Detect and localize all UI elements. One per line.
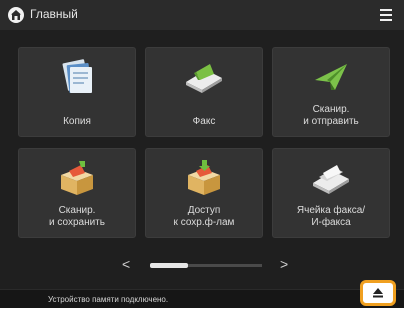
- bottom-margin: [0, 308, 404, 314]
- page-indicator-thumb: [150, 263, 188, 268]
- eject-button[interactable]: [360, 280, 396, 306]
- copy-label: Копия: [63, 116, 91, 127]
- fax-inbox-tile[interactable]: Ячейка факса/ И-факса: [272, 148, 390, 238]
- stored-files-label: Доступ к сохр.ф-лам: [173, 205, 235, 228]
- scan-send-tile[interactable]: Сканир. и отправить: [272, 47, 390, 137]
- fax-icon: [186, 64, 222, 93]
- status-message: Устройство памяти подключено.: [48, 295, 169, 304]
- status-bar: Устройство памяти подключено.: [0, 289, 404, 309]
- stored-files-icon: [188, 160, 220, 195]
- stored-files-tile[interactable]: Доступ к сохр.ф-лам: [145, 148, 263, 238]
- scan-save-icon: [61, 161, 93, 195]
- header-bar: Главный: [0, 0, 404, 30]
- eject-icon: [373, 288, 383, 298]
- chevron-right-icon[interactable]: >: [280, 257, 288, 271]
- menu-icon-line: [380, 14, 392, 16]
- scan-save-label: Сканир. и сохранить: [49, 205, 105, 228]
- chevron-left-icon[interactable]: <: [122, 257, 130, 271]
- fax-tile[interactable]: Факс: [145, 47, 263, 137]
- copy-icon: [62, 59, 92, 93]
- page-title: Главный: [30, 7, 78, 21]
- home-screen: Главный Копия Факс Сканир. и отправить С…: [0, 0, 404, 314]
- home-button[interactable]: [8, 7, 24, 23]
- menu-button[interactable]: [374, 4, 398, 26]
- copy-tile[interactable]: Копия: [18, 47, 136, 137]
- menu-icon-line: [380, 9, 392, 11]
- scan-send-icon: [315, 64, 347, 90]
- fax-inbox-label: Ячейка факса/ И-факса: [296, 205, 366, 228]
- menu-icon-line: [380, 19, 392, 21]
- scan-save-tile[interactable]: Сканир. и сохранить: [18, 148, 136, 238]
- fax-label: Факс: [192, 116, 216, 127]
- scan-send-label: Сканир. и отправить: [303, 104, 359, 127]
- fax-inbox-icon: [313, 165, 349, 194]
- home-icon: [11, 10, 21, 20]
